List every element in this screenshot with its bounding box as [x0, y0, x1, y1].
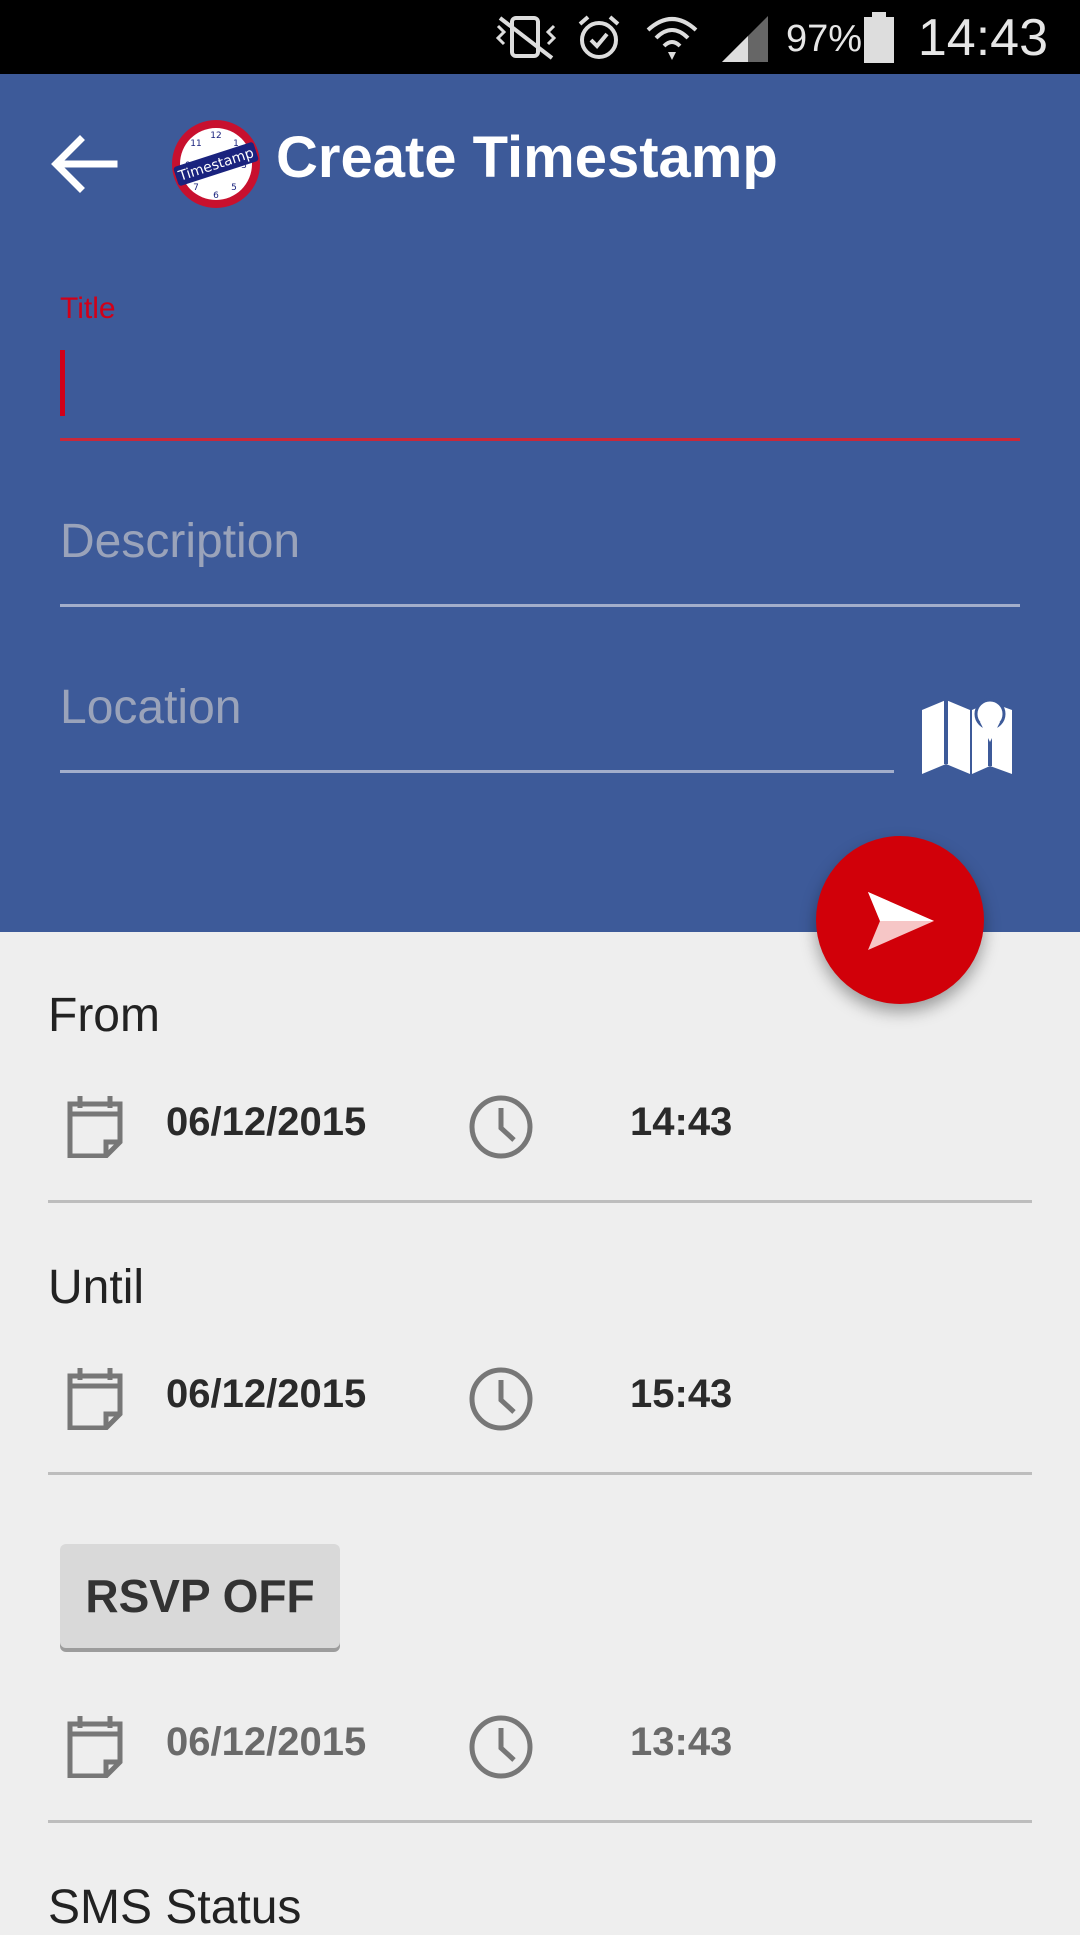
status-bar: 97% 14:43: [0, 0, 1080, 74]
from-row: 06/12/2015 14:43: [0, 1084, 1080, 1164]
svg-text:11: 11: [190, 139, 201, 149]
divider: [48, 1472, 1032, 1475]
rsvp-time[interactable]: 13:43: [630, 1720, 732, 1765]
calendar-icon[interactable]: [66, 1714, 124, 1778]
battery-percent: 97%: [786, 18, 863, 60]
description-input[interactable]: Description: [60, 514, 1020, 600]
description-underline: [60, 604, 1020, 607]
title-field-label: Title: [60, 292, 116, 325]
sms-status-label: SMS Status: [48, 1881, 302, 1934]
clock-icon[interactable]: [468, 1714, 534, 1780]
page-title: Create Timestamp: [276, 125, 778, 190]
send-button[interactable]: [816, 836, 984, 1004]
title-input[interactable]: [60, 344, 1020, 424]
location-underline: [60, 770, 894, 773]
alarm-icon: [578, 15, 620, 59]
clock-icon[interactable]: [468, 1094, 534, 1160]
send-icon: [868, 892, 934, 950]
from-label: From: [48, 989, 160, 1042]
battery-icon: [864, 12, 894, 63]
map-pin-icon[interactable]: [920, 694, 1014, 780]
until-date[interactable]: 06/12/2015: [166, 1372, 366, 1417]
svg-text:7: 7: [193, 183, 199, 193]
from-time[interactable]: 14:43: [630, 1100, 732, 1145]
divider: [48, 1820, 1032, 1823]
description-placeholder: Description: [60, 515, 301, 568]
signal-icon: [722, 16, 768, 62]
rsvp-row: 06/12/2015 13:43: [0, 1704, 1080, 1784]
until-row: 06/12/2015 15:43: [0, 1356, 1080, 1436]
svg-text:5: 5: [231, 183, 237, 193]
calendar-icon[interactable]: [66, 1094, 124, 1158]
clock-icon[interactable]: [468, 1366, 534, 1432]
location-placeholder: Location: [60, 681, 242, 734]
mute-vibrate-icon: [495, 16, 557, 60]
title-underline: [60, 438, 1020, 441]
rsvp-date[interactable]: 06/12/2015: [166, 1720, 366, 1765]
calendar-icon[interactable]: [66, 1366, 124, 1430]
svg-text:6: 6: [213, 191, 219, 201]
rsvp-toggle-button[interactable]: RSVP OFF: [60, 1544, 340, 1648]
arrow-back-icon[interactable]: [48, 128, 120, 200]
from-date[interactable]: 06/12/2015: [166, 1100, 366, 1145]
app-header: 1213 567 911 Timestamp Create Timestamp …: [0, 74, 1080, 932]
divider: [48, 1200, 1032, 1203]
svg-text:12: 12: [210, 131, 221, 141]
status-time: 14:43: [917, 9, 1048, 67]
until-label: Until: [48, 1261, 145, 1314]
wifi-icon: [646, 17, 698, 60]
location-input[interactable]: Location: [60, 680, 894, 766]
until-time[interactable]: 15:43: [630, 1372, 732, 1417]
app-logo: 1213 567 911 Timestamp: [170, 118, 262, 210]
